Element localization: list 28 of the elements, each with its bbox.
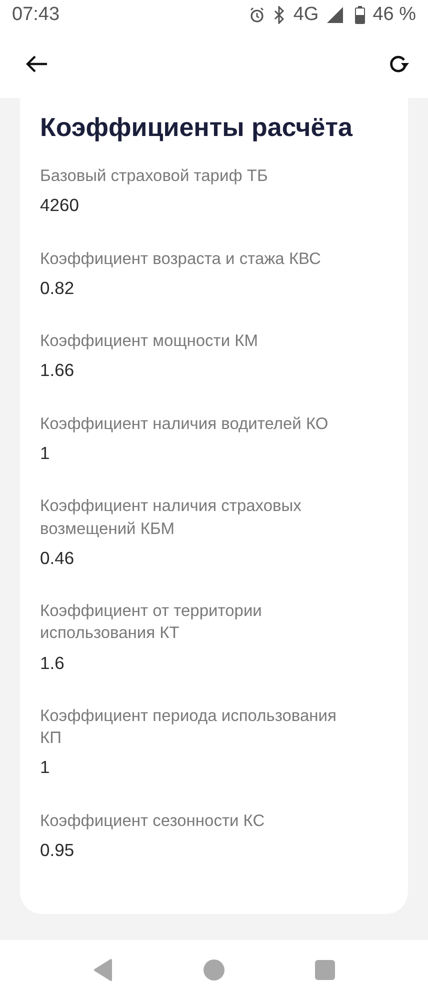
- coefficient-value: 1: [40, 756, 51, 780]
- nav-recents-icon[interactable]: [315, 960, 335, 980]
- coefficient-label: Коэффициент мощности КМ: [40, 331, 260, 352]
- card-title: Коэффициенты расчёта: [40, 112, 354, 144]
- coefficient-label: Коэффициент от территории использования КТ: [40, 601, 263, 644]
- coefficient-value: 1.66: [40, 359, 76, 382]
- battery-percent: 46 %: [372, 2, 416, 27]
- nav-home-icon[interactable]: [203, 959, 225, 981]
- coefficient-label: Коэффициент наличия страховых возмещений КБМ: [40, 496, 302, 540]
- coefficient-label: Коэффициент сезонности КС: [40, 810, 266, 832]
- coefficient-value: 1: [40, 442, 51, 465]
- coefficient-label: Коэффициент наличия водителей КО: [40, 414, 330, 435]
- coefficient-value: 0.46: [40, 546, 76, 570]
- status-time: 07:43: [12, 2, 60, 27]
- coefficient-label: Базовый страховой тариф ТБ: [40, 166, 269, 188]
- coefficient-value: 0.82: [40, 276, 76, 300]
- coefficient-value: 4260: [40, 194, 80, 218]
- bluetooth-icon: [273, 6, 286, 24]
- coefficient-label: Коэффициент периода использования КП: [40, 706, 338, 750]
- back-icon[interactable]: [26, 55, 48, 73]
- battery-icon: [354, 6, 365, 24]
- alarm-icon: [249, 7, 266, 23]
- nav-back-icon[interactable]: [93, 959, 113, 981]
- coefficient-label: Коэффициент возраста и стажа КВС: [40, 248, 322, 270]
- refresh-icon[interactable]: [388, 54, 410, 74]
- coefficient-value: 1.6: [40, 652, 66, 675]
- network-type: 4G: [293, 2, 319, 27]
- coefficient-value: 0.95: [40, 838, 76, 862]
